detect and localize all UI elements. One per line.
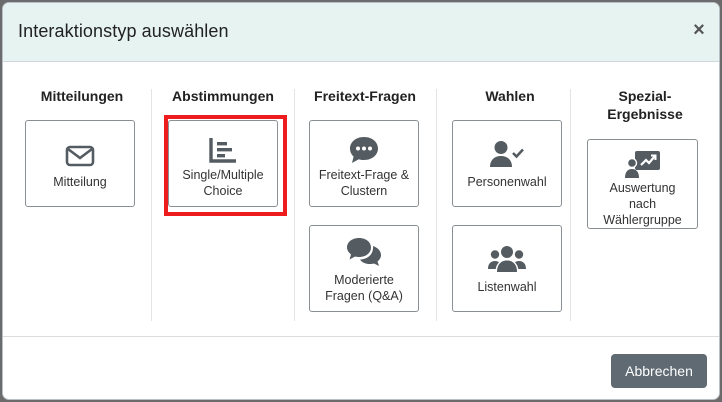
users-icon xyxy=(488,246,526,272)
column-title: Freitext-Fragen xyxy=(314,88,416,104)
dialog-footer: Abbrechen xyxy=(3,336,719,399)
tile-label: Freitext-Frage & Clustern xyxy=(318,168,410,198)
tile-moderierte-fragen[interactable]: Moderierte Fragen (Q&A) xyxy=(309,225,419,312)
tile-mitteilung[interactable]: Mitteilung xyxy=(25,120,135,207)
column-title: Wahlen xyxy=(485,88,535,104)
tile-label: Listenwahl xyxy=(477,280,537,294)
selection-highlight xyxy=(164,115,287,216)
column-title: Abstimmungen xyxy=(172,88,274,104)
column-title: Mitteilungen xyxy=(40,88,124,104)
interaction-type-dialog: Interaktionstyp auswählen × Mitteilungen… xyxy=(2,2,720,400)
envelope-icon xyxy=(65,145,95,167)
tile-label: Mitteilung xyxy=(53,175,107,189)
tile-freitext-frage[interactable]: Freitext-Frage & Clustern xyxy=(309,120,419,207)
dialog-header: Interaktionstyp auswählen × xyxy=(3,3,719,62)
user-check-icon xyxy=(490,141,524,167)
chart-person-icon xyxy=(624,151,660,178)
tile-label: Moderierte Fragen (Q&A) xyxy=(325,273,403,303)
comment-dots-icon xyxy=(350,137,378,163)
column-divider xyxy=(570,89,571,321)
column-divider xyxy=(151,89,152,321)
tile-label: Auswertung nach Wählergruppe xyxy=(603,181,682,227)
cancel-button[interactable]: Abbrechen xyxy=(611,354,707,388)
comments-icon xyxy=(347,238,381,266)
close-button[interactable]: × xyxy=(689,20,709,40)
tile-auswertung-waehlergruppe[interactable]: Auswertung nach Wählergruppe xyxy=(587,139,698,229)
tile-label: Personenwahl xyxy=(467,175,547,189)
tile-listenwahl[interactable]: Listenwahl xyxy=(452,225,562,312)
column-divider xyxy=(294,89,295,321)
tile-personenwahl[interactable]: Personenwahl xyxy=(452,120,562,207)
column-title: Spezial-Ergebnisse xyxy=(607,88,683,122)
dialog-title: Interaktionstyp auswählen xyxy=(18,21,229,41)
column-divider xyxy=(436,89,437,321)
